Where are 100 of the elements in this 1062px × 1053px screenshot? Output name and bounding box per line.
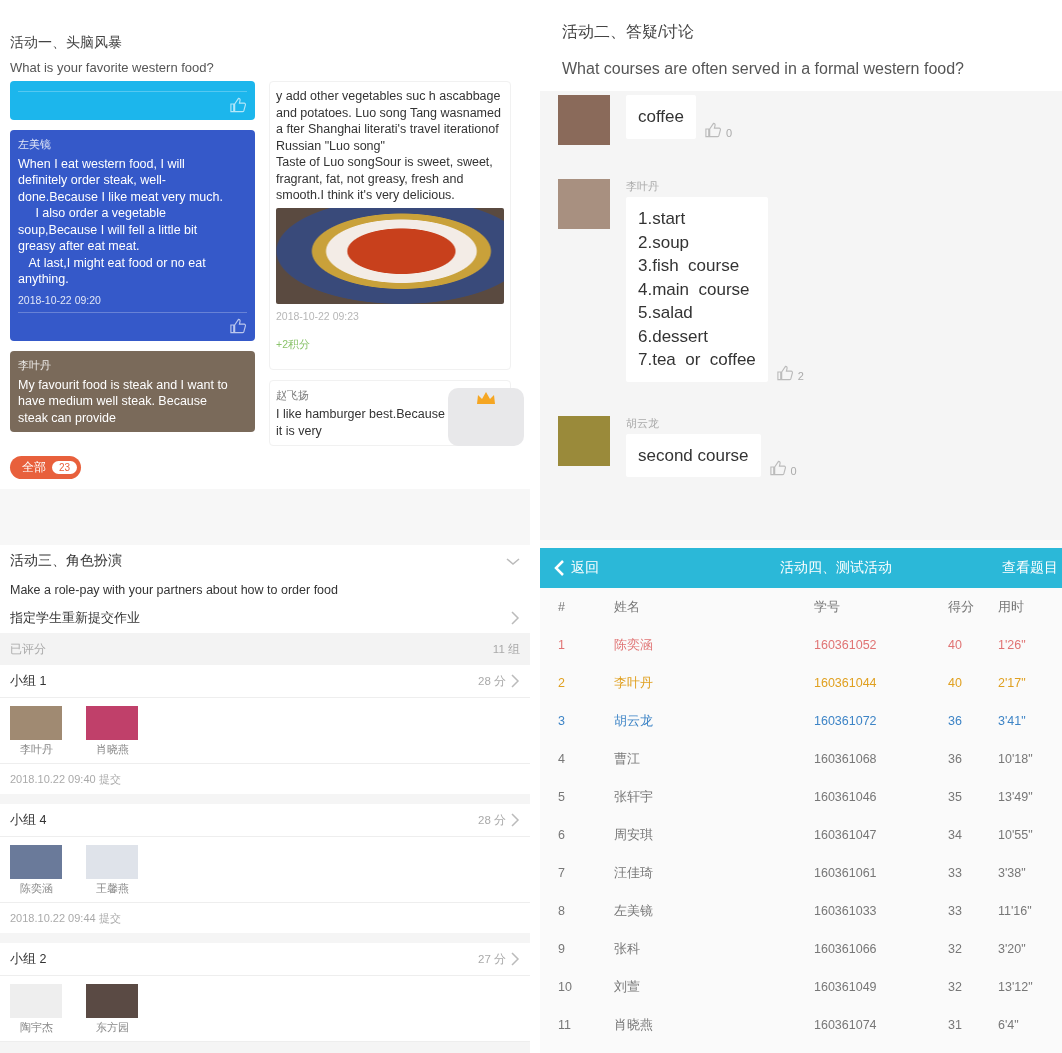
chevron-right-icon (510, 952, 520, 966)
author-name: 胡云龙 (626, 415, 660, 431)
chevron-right-icon (510, 611, 520, 625)
table-cell-text: 1'26" (998, 637, 1027, 654)
question-text: Make a role-pay with your partners about how to order food (10, 582, 339, 599)
table-cell-text: 6'4" (998, 1017, 1020, 1034)
floating-button[interactable] (448, 388, 524, 446)
submit-time: 2018.10.22 09:44 提交 (9, 910, 122, 926)
author-name: 李叶丹 (626, 179, 660, 194)
column-header: # (540, 588, 614, 626)
crown-icon (475, 390, 497, 406)
table-cell: 张轩宇 (614, 778, 814, 816)
table-cell: 36 (948, 740, 998, 778)
avatar-placeholder (558, 415, 610, 466)
group-score: 28 分 (478, 812, 506, 828)
count-badge: 23 (52, 461, 78, 474)
thumbs-up-icon[interactable] (768, 459, 787, 477)
table-cell: 李叶丹 (614, 664, 814, 702)
group-count: 11 组 (492, 641, 520, 657)
answer-text: y add other vegetables suc h ascabbage and potatoes. Luo song Tang wasnamed a fter Shanghai literati's travel iterationof Russian "Luo song" Taste of Luo songSour is sweet, sweet, fragrant, fat, not greasy, fresh and smooth.I think it's very delicious. (276, 88, 502, 204)
chevron-right-icon (510, 813, 520, 827)
table-cell: 160361061 (814, 854, 948, 892)
member-name: 王馨燕 (95, 881, 129, 896)
table-cell: 胡云龙 (614, 702, 814, 740)
like-count: 0 (726, 126, 733, 139)
table-cell-text: 13'49" (998, 789, 1034, 806)
like-count: 2 (797, 369, 804, 382)
member-name: 肖晓燕 (95, 742, 129, 757)
answer-bubble: coffee (626, 95, 696, 139)
table-cell-text: 11 (557, 1017, 572, 1034)
chevron-right-icon (510, 674, 520, 688)
column-header: 学号 (814, 588, 948, 626)
author-name: 左美镜 (18, 137, 52, 152)
table-cell: 160361044 (814, 664, 948, 702)
avatar-placeholder (86, 984, 138, 1018)
activity-title: 活动一、头脑风暴 (10, 34, 123, 52)
column-header: 用时 (998, 598, 1025, 616)
view-questions-button[interactable]: 查看题目 (1002, 559, 1062, 577)
table-cell: 张科 (614, 930, 814, 968)
table-cell: 3 (540, 702, 614, 740)
group-score: 27 分 (478, 951, 506, 967)
page-title: 活动四、测试活动 (778, 559, 892, 577)
answer-text: I like hamburger best.Because it is very (276, 406, 446, 439)
group-score: 28 分 (478, 673, 506, 689)
author-name: 李叶丹 (18, 358, 52, 373)
table-cell: 36 (948, 702, 998, 740)
table-cell: 160361047 (814, 816, 948, 854)
question-text: What courses are often served in a formal western food? (562, 59, 965, 79)
table-cell-text: 11'16" (998, 903, 1033, 920)
table-cell: 左美镜 (614, 892, 814, 930)
group-name: 小组 2 (10, 950, 47, 968)
thumbs-up-icon[interactable] (704, 120, 722, 139)
table-cell: 160361049 (814, 968, 948, 1006)
table-cell-text: 3'41" (998, 713, 1027, 730)
avatar-placeholder (10, 845, 62, 879)
table-cell: 周安琪 (614, 816, 814, 854)
table-cell-text: 13'12" (998, 979, 1034, 996)
status-label: 已评分 (10, 641, 46, 657)
avatar-placeholder (86, 706, 138, 740)
table-cell: 8 (540, 892, 614, 930)
table-cell: 160361033 (814, 892, 948, 930)
points-label: +2积分 (276, 337, 311, 352)
table-cell: 9 (540, 930, 614, 968)
table-cell-text: 3'20" (998, 941, 1027, 958)
table-cell: 160361068 (814, 740, 948, 778)
table-cell-text: 10'55" (998, 827, 1034, 844)
table-cell: 33 (948, 854, 998, 892)
table-cell: 7 (540, 854, 614, 892)
table-cell-text: 2'17" (998, 675, 1027, 692)
author-name: 赵飞扬 (276, 387, 309, 403)
back-button[interactable]: 返回 (554, 559, 599, 577)
activity-title: 活动三、角色扮演 (10, 552, 122, 570)
filter-button[interactable]: 全部 23 (10, 456, 82, 479)
table-cell: 1 (540, 626, 614, 664)
chevron-down-icon[interactable] (506, 556, 520, 566)
thumbs-up-icon[interactable] (775, 363, 794, 382)
table-cell: 4 (540, 740, 614, 778)
table-cell: 5 (540, 778, 614, 816)
member-name: 李叶丹 (19, 742, 53, 757)
answer-bubble: second course (626, 433, 761, 477)
member-name: 陈奕涵 (19, 881, 53, 896)
post-time: 2018-10-22 09:23 (276, 308, 360, 324)
column-header: 得分 (948, 588, 998, 626)
question-text: What is your favorite western food? (10, 60, 215, 75)
answer-text: My favourit food is steak and I want to have medium well steak. Because steak can provide (18, 376, 229, 426)
table-cell: 40 (948, 664, 998, 702)
member-name: 东方园 (95, 1020, 129, 1035)
list-item[interactable]: 指定学生重新提交作业 (10, 603, 520, 633)
table-cell: 160361046 (814, 778, 948, 816)
table-cell: 肖晓燕 (614, 1006, 814, 1044)
group-name: 小组 1 (10, 672, 47, 690)
chevron-left-icon (554, 560, 565, 576)
avatar-placeholder (86, 845, 138, 879)
table-cell: 33 (948, 892, 998, 930)
table-cell: 6 (540, 816, 614, 854)
table-cell: 160361066 (814, 930, 948, 968)
submit-time: 2018.10.22 09:40 提交 (9, 771, 122, 787)
avatar-placeholder (558, 179, 610, 229)
avatar-placeholder (10, 706, 62, 740)
table-cell: 40 (948, 626, 998, 664)
